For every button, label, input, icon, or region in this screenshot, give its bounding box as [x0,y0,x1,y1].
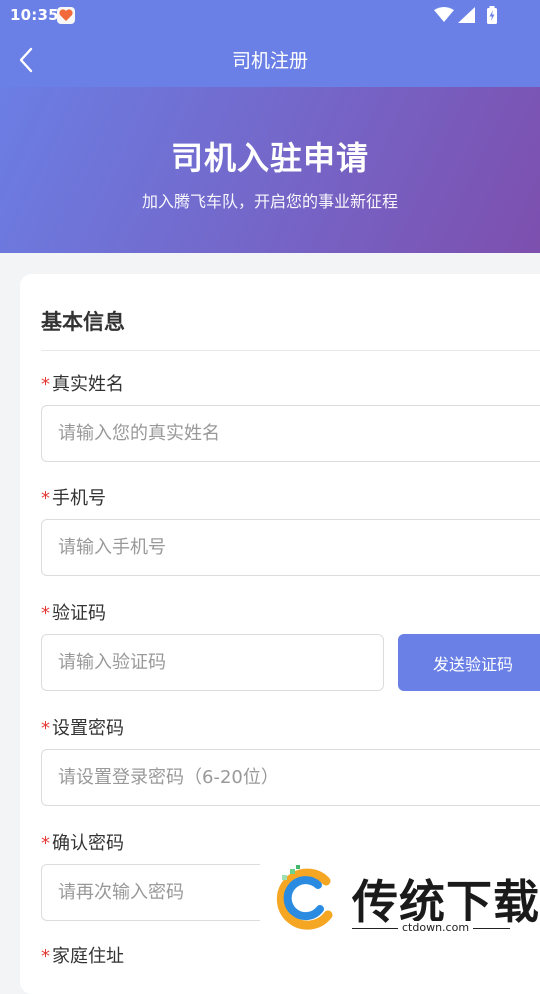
required-mark: * [41,833,50,854]
phone-label-text: 手机号 [52,488,106,509]
address-label-text: 家庭住址 [52,946,124,967]
required-mark: * [41,488,50,509]
password-label: * 设置密码 [41,714,124,740]
required-mark: * [41,603,50,624]
phone-label: * 手机号 [41,484,106,510]
nav-bar: 司机注册 [0,32,540,87]
watermark-url: ctdown.com [398,921,474,934]
hero-banner: 司机入驻申请 加入腾飞车队，开启您的事业新征程 [0,87,540,253]
signal-icon [458,7,475,23]
code-label-text: 验证码 [52,603,106,624]
name-label: * 真实姓名 [41,370,124,396]
status-bar: 10:35 [0,0,540,32]
send-code-button[interactable]: 发送验证码 [398,634,540,691]
section-title: 基本信息 [41,310,125,334]
top-bar: 10:35 司机注册 [0,0,540,87]
battery-icon [487,6,497,24]
name-label-text: 真实姓名 [52,374,124,395]
confirm-label-text: 确认密码 [52,833,124,854]
password-input[interactable] [41,749,540,806]
confirm-label: * 确认密码 [41,829,124,855]
name-input[interactable] [41,405,540,462]
watermark-logo-icon [276,865,333,930]
watermark: 传统下载 ctdown.com [260,860,540,940]
code-input[interactable] [41,634,384,691]
notification-app-icon [57,7,75,24]
status-time: 10:35 [10,6,59,24]
page-title: 司机注册 [231,50,308,72]
address-label: * 家庭住址 [41,942,124,968]
required-mark: * [41,946,50,967]
status-icons [434,6,506,26]
wifi-icon [434,7,454,22]
phone-input[interactable] [41,519,540,576]
required-mark: * [41,374,50,395]
hero-subtitle: 加入腾飞车队，开启您的事业新征程 [141,192,398,211]
required-mark: * [41,718,50,739]
section-divider [41,350,540,351]
code-label: * 验证码 [41,599,106,625]
password-label-text: 设置密码 [52,718,124,739]
hero-title: 司机入驻申请 [170,139,369,177]
